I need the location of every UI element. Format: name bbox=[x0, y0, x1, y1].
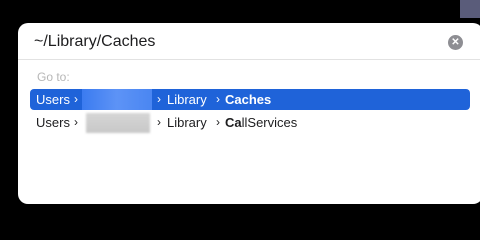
match-highlight: Ca bbox=[225, 115, 242, 130]
redacted-username bbox=[86, 113, 150, 133]
result-segment-users: Users bbox=[36, 115, 70, 130]
chevron-right-icon: › bbox=[74, 92, 78, 106]
clear-icon[interactable]: ✕ bbox=[448, 35, 463, 50]
chevron-right-icon: › bbox=[74, 115, 78, 129]
match-remainder: llServices bbox=[241, 115, 298, 130]
result-segment-caches: Caches bbox=[225, 92, 272, 107]
chevron-right-icon: › bbox=[216, 92, 220, 106]
path-input[interactable] bbox=[34, 31, 434, 53]
path-bar: ✕ bbox=[18, 23, 480, 60]
result-segment-callservices: CallServices bbox=[225, 115, 297, 130]
result-row-caches[interactable]: Users › › Library › Caches bbox=[30, 89, 470, 110]
result-segment-library: Library bbox=[167, 115, 207, 130]
result-segment-library: Library bbox=[167, 92, 207, 107]
chevron-right-icon: › bbox=[157, 115, 161, 129]
go-to-label: Go to: bbox=[37, 70, 70, 84]
go-to-folder-dialog: ✕ Go to: Users › › Library › Caches User… bbox=[18, 23, 480, 204]
result-row-callservices[interactable]: Users › › Library › CallServices bbox=[30, 112, 470, 133]
result-segment-users: Users bbox=[36, 92, 70, 107]
chevron-right-icon: › bbox=[216, 115, 220, 129]
chevron-right-icon: › bbox=[157, 92, 161, 106]
redacted-username bbox=[82, 89, 152, 110]
background-wallpaper-corner bbox=[460, 0, 480, 18]
